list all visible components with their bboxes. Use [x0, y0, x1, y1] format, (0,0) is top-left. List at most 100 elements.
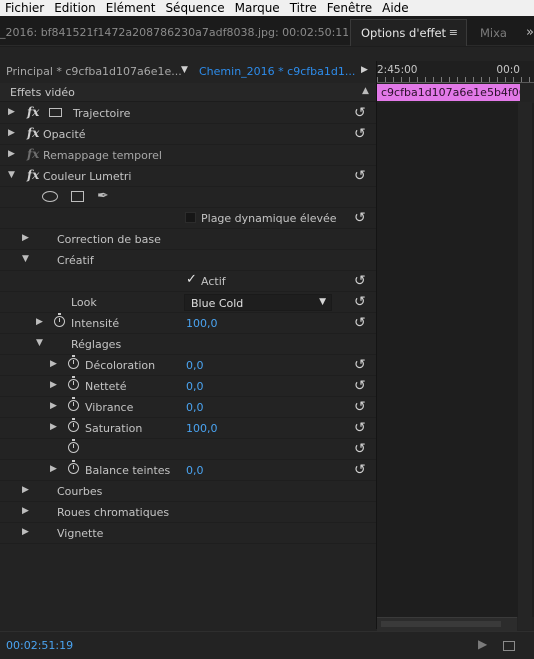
rectangle-mask-icon[interactable] [71, 191, 84, 202]
section-reglages[interactable]: ▼ Réglages [0, 334, 376, 355]
section-roues[interactable]: ▶ Roues chromatiques [0, 502, 376, 523]
section-vignette[interactable]: ▶ Vignette [0, 523, 376, 544]
tab-audio-mixer[interactable]: Mixa [480, 19, 507, 46]
twirl-right-icon[interactable]: ▶ [50, 464, 57, 474]
fx-icon[interactable]: fx [27, 168, 39, 182]
reset-icon[interactable]: ↺ [354, 357, 366, 373]
actif-checkbox[interactable]: ✓ [186, 272, 197, 287]
effect-row-opacite[interactable]: ▶ fx Opacité ↺ [0, 124, 376, 145]
tab-source-path[interactable]: _2016: bf841521f1472a208786230a7adf8038.… [0, 16, 348, 46]
twirl-down-icon[interactable]: ▼ [8, 170, 15, 180]
twirl-down-icon[interactable]: ▼ [36, 338, 43, 348]
opacite-label: Opacité [43, 128, 86, 141]
twirl-right-icon[interactable]: ▶ [8, 149, 15, 159]
twirl-right-icon[interactable]: ▶ [50, 422, 57, 432]
menu-edition[interactable]: Edition [49, 1, 101, 15]
decoloration-label: Décoloration [85, 359, 156, 372]
fx-icon[interactable]: fx [27, 105, 39, 119]
nettete-value[interactable]: 0,0 [186, 380, 204, 393]
section-creatif[interactable]: ▼ Créatif [0, 250, 376, 271]
menu-fenetre[interactable]: Fenêtre [322, 1, 377, 15]
play-audio-icon[interactable]: ▶ [478, 637, 487, 651]
reset-icon[interactable]: ↺ [354, 105, 366, 121]
timeline-ruler[interactable]: 2:45:00 00:0 [377, 61, 534, 83]
menu-aide[interactable]: Aide [377, 1, 414, 15]
intensite-value[interactable]: 100,0 [186, 317, 218, 330]
panel-menu-icon[interactable]: ≡ [449, 20, 458, 46]
vibrance-value[interactable]: 0,0 [186, 401, 204, 414]
ruler-end-time: 00:0 [496, 64, 520, 76]
twirl-right-icon[interactable]: ▶ [8, 107, 15, 117]
ellipse-mask-icon[interactable] [42, 191, 58, 202]
menu-marque[interactable]: Marque [230, 1, 285, 15]
stopwatch-icon[interactable] [68, 376, 79, 390]
twirl-right-icon[interactable]: ▶ [22, 506, 29, 516]
reset-icon[interactable]: ↺ [354, 126, 366, 142]
play-icon[interactable]: ▶ [361, 65, 368, 75]
twirl-right-icon[interactable]: ▶ [50, 359, 57, 369]
horizontal-scrollbar[interactable] [377, 617, 517, 631]
sequence-clip-link[interactable]: Chemin_2016 * c9cfba1d1... [199, 65, 355, 78]
remappage-label: Remappage temporel [43, 149, 162, 162]
stopwatch-icon[interactable] [68, 397, 79, 411]
twirl-right-icon[interactable]: ▶ [22, 233, 29, 243]
balance-value[interactable]: 0,0 [186, 464, 204, 477]
menu-element[interactable]: Elément [101, 1, 161, 15]
twirl-right-icon[interactable]: ▶ [36, 317, 43, 327]
twirl-right-icon[interactable]: ▶ [22, 527, 29, 537]
video-effects-label: Effets vidéo [10, 86, 75, 99]
reset-icon[interactable]: ↺ [354, 399, 366, 415]
vertical-scrollbar[interactable] [518, 102, 532, 630]
hdr-checkbox[interactable] [185, 212, 196, 223]
reset-icon[interactable]: ↺ [354, 168, 366, 184]
tab-overflow-icon[interactable]: » [526, 19, 534, 46]
lumetri-label: Couleur Lumetri [43, 170, 132, 183]
effects-list: ▶ fx Trajectoire ↺ ▶ fx Opacité ↺ ▶ fx R… [0, 103, 376, 544]
fx-icon[interactable]: fx [27, 126, 39, 140]
menu-bar: Fichier Edition Elément Séquence Marque … [0, 0, 534, 16]
menu-titre[interactable]: Titre [285, 1, 322, 15]
reset-icon[interactable]: ↺ [354, 273, 366, 289]
twirl-right-icon[interactable]: ▶ [50, 380, 57, 390]
decoloration-value[interactable]: 0,0 [186, 359, 204, 372]
saturation-value[interactable]: 100,0 [186, 422, 218, 435]
tab-effect-controls[interactable]: Options d'effet ≡ [350, 19, 467, 46]
actif-row: ✓ Actif ↺ [0, 271, 376, 292]
current-timecode[interactable]: 00:02:51:19 [6, 639, 73, 652]
reset-icon[interactable]: ↺ [354, 315, 366, 331]
twirl-down-icon[interactable]: ▼ [22, 254, 29, 264]
look-select[interactable]: Blue Cold ▼ [184, 294, 332, 311]
twirl-right-icon[interactable]: ▶ [22, 485, 29, 495]
reset-icon[interactable]: ↺ [354, 462, 366, 478]
effect-row-trajectoire[interactable]: ▶ fx Trajectoire ↺ [0, 103, 376, 124]
effect-row-lumetri[interactable]: ▼ fx Couleur Lumetri ↺ [0, 166, 376, 187]
reset-icon[interactable]: ↺ [354, 210, 366, 226]
vibrance-label: Vibrance [85, 401, 134, 414]
scrollbar-thumb[interactable] [381, 621, 501, 627]
export-frame-icon[interactable] [503, 641, 515, 651]
reset-icon[interactable]: ↺ [354, 294, 366, 310]
reset-icon[interactable]: ↺ [354, 420, 366, 436]
stopwatch-icon[interactable] [68, 460, 79, 474]
timeline-track-area[interactable] [377, 103, 534, 617]
param-row-color-wheels: ↺ [0, 439, 376, 460]
timeline-clip[interactable]: c9cfba1d107a6e1e5b4f069 [377, 84, 520, 101]
scroll-up-icon[interactable]: ▲ [362, 86, 369, 96]
pen-mask-icon[interactable]: ✒ [97, 189, 109, 203]
twirl-right-icon[interactable]: ▶ [8, 128, 15, 138]
sequence-bar: Principal * c9cfba1d107a6e1e... ▼ Chemin… [0, 61, 376, 83]
reset-icon[interactable]: ↺ [354, 441, 366, 457]
chevron-down-icon[interactable]: ▼ [181, 65, 188, 75]
stopwatch-icon[interactable] [68, 439, 79, 453]
section-correction[interactable]: ▶ Correction de base [0, 229, 376, 250]
stopwatch-icon[interactable] [68, 418, 79, 432]
menu-fichier[interactable]: Fichier [0, 1, 49, 15]
reset-icon[interactable]: ↺ [354, 378, 366, 394]
stopwatch-icon[interactable] [68, 355, 79, 369]
stopwatch-icon[interactable] [54, 313, 65, 327]
twirl-right-icon[interactable]: ▶ [50, 401, 57, 411]
section-courbes[interactable]: ▶ Courbes [0, 481, 376, 502]
menu-sequence[interactable]: Séquence [160, 1, 229, 15]
master-clip-selector[interactable]: Principal * c9cfba1d107a6e1e... [6, 65, 182, 78]
effect-row-remappage[interactable]: ▶ fx Remappage temporel [0, 145, 376, 166]
